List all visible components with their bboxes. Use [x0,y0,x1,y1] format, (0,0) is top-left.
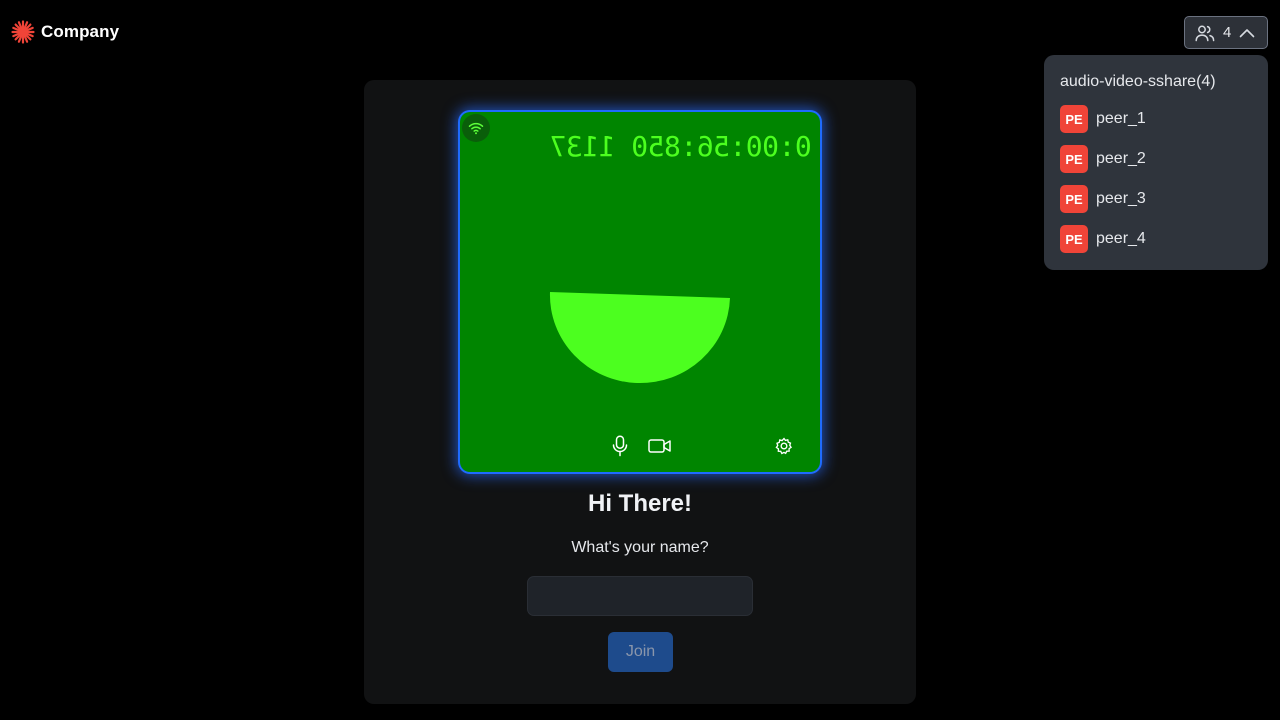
video-content-shape [549,292,730,384]
avatar: PE [1060,145,1088,173]
participant-item[interactable]: PE peer_4 [1060,225,1252,253]
join-button[interactable]: Join [608,632,673,672]
avatar: PE [1060,105,1088,133]
company-name: Company [41,22,120,41]
users-icon [1195,25,1215,41]
participant-item[interactable]: PE peer_3 [1060,185,1252,213]
company-logo-icon [11,20,35,44]
avatar: PE [1060,185,1088,213]
wifi-icon [462,114,490,142]
participant-item[interactable]: PE peer_1 [1060,105,1252,133]
participant-item[interactable]: PE peer_2 [1060,145,1252,173]
name-prompt-label: What's your name? [571,539,709,556]
company-logo: Company [11,20,119,44]
participant-name: peer_3 [1096,190,1146,207]
participants-toggle-button[interactable]: 4 [1184,16,1268,49]
name-input[interactable] [527,576,753,616]
settings-icon[interactable] [772,434,796,458]
video-timestamp-text: 0:00:56:850 1137 [550,130,812,163]
participants-count: 4 [1223,24,1232,41]
participants-dropdown: audio-video-sshare(4) PE peer_1 PE peer_… [1044,55,1268,270]
participant-name: peer_1 [1096,110,1146,127]
participant-name: peer_2 [1096,150,1146,167]
avatar: PE [1060,225,1088,253]
video-preview: 0:00:56:850 1137 [460,112,820,472]
chevron-up-icon [1240,28,1255,37]
room-title: audio-video-sshare(4) [1060,73,1216,90]
participant-name: peer_4 [1096,230,1146,247]
camera-icon[interactable] [647,434,673,458]
greeting-heading: Hi There! [587,490,692,517]
microphone-icon[interactable] [610,434,630,458]
preview-join-card: 0:00:56:850 1137 Hi There! What's your n… [364,80,916,704]
